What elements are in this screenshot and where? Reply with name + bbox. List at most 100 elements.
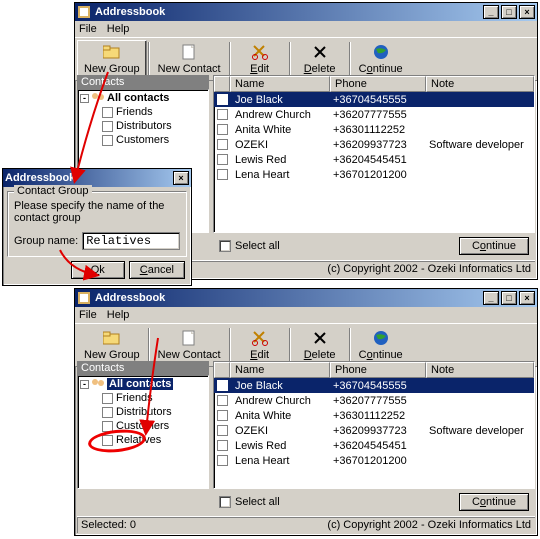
titlebar[interactable]: Addressbook _ □ × <box>75 3 537 21</box>
menu-help[interactable]: Help <box>107 23 130 35</box>
checkbox-icon[interactable] <box>102 121 113 132</box>
checkbox-icon[interactable] <box>102 107 113 118</box>
tree-item[interactable]: Friends <box>102 106 206 118</box>
menu-help[interactable]: Help <box>107 309 130 321</box>
tree-item[interactable]: Distributors <box>102 406 206 418</box>
cell-phone: +36301112252 <box>329 410 425 422</box>
tree-item[interactable]: Customers <box>102 420 206 432</box>
checkbox-icon[interactable] <box>219 240 231 252</box>
select-all-checkbox[interactable]: Select all <box>219 240 280 252</box>
list-row[interactable]: Lewis Red+36204545451 <box>214 438 534 453</box>
list-row[interactable]: OZEKI+36209937723Software developer <box>214 423 534 438</box>
tree-toggle-icon[interactable]: - <box>80 380 89 389</box>
maximize-button[interactable]: □ <box>501 5 517 19</box>
tree-item[interactable]: Friends <box>102 392 206 404</box>
cancel-button[interactable]: Cancel <box>129 261 185 279</box>
copyright-text: (c) Copyright 2002 - Ozeki Informatics L… <box>327 263 531 275</box>
cell-phone: +36701201200 <box>329 455 425 467</box>
new-group-button[interactable]: New Group <box>77 40 147 78</box>
cell-note: Software developer <box>425 425 528 437</box>
group-name-input[interactable]: Relatives <box>82 232 180 250</box>
close-button[interactable]: × <box>519 291 535 305</box>
menu-file[interactable]: File <box>79 309 97 321</box>
col-phone[interactable]: Phone <box>330 362 426 378</box>
contacts-list[interactable]: Name Phone Note Joe Black+36704545555 An… <box>213 361 535 489</box>
select-all-label: Select all <box>235 240 280 252</box>
cell-note: Software developer <box>425 139 528 151</box>
list-row[interactable]: Andrew Church+36207777555 <box>214 107 534 122</box>
close-button[interactable]: × <box>519 5 535 19</box>
continue-bottom-button[interactable]: Continue <box>459 237 529 255</box>
dialog-close-button[interactable]: × <box>173 171 189 185</box>
list-row[interactable]: Anita White+36301112252 <box>214 408 534 423</box>
edit-button[interactable]: Edit <box>232 326 288 364</box>
tree-item-relatives[interactable]: Relatives <box>102 434 206 446</box>
tree-root[interactable]: - All contacts <box>80 378 206 390</box>
row-checkbox[interactable] <box>217 109 228 120</box>
row-checkbox[interactable] <box>217 425 228 436</box>
toolbar-label: Edit <box>250 63 269 75</box>
new-group-button[interactable]: New Group <box>77 326 147 364</box>
list-row[interactable]: OZEKI+36209937723Software developer <box>214 137 534 152</box>
minimize-button[interactable]: _ <box>483 5 499 19</box>
row-checkbox[interactable] <box>217 94 228 105</box>
col-note[interactable]: Note <box>426 76 534 92</box>
continue-bottom-button[interactable]: Continue <box>459 493 529 511</box>
contacts-list[interactable]: Name Phone Note Joe Black+36704545555 An… <box>213 75 535 233</box>
row-checkbox[interactable] <box>217 410 228 421</box>
col-checkbox[interactable] <box>214 76 230 92</box>
row-checkbox[interactable] <box>217 139 228 150</box>
ok-button[interactable]: Ok <box>71 261 125 279</box>
list-row[interactable]: Lena Heart+36701201200 <box>214 167 534 182</box>
row-checkbox[interactable] <box>217 380 228 391</box>
list-row[interactable]: Lewis Red+36204545451 <box>214 152 534 167</box>
globe-icon <box>371 329 391 347</box>
row-checkbox[interactable] <box>217 440 228 451</box>
checkbox-icon[interactable] <box>102 407 113 418</box>
menu-bar: File Help <box>75 307 537 323</box>
col-phone[interactable]: Phone <box>330 76 426 92</box>
row-checkbox[interactable] <box>217 395 228 406</box>
row-checkbox[interactable] <box>217 154 228 165</box>
list-row[interactable]: Lena Heart+36701201200 <box>214 453 534 468</box>
continue-button[interactable]: Continue <box>352 40 410 78</box>
col-name[interactable]: Name <box>230 362 330 378</box>
edit-button[interactable]: Edit <box>232 40 288 78</box>
new-contact-button[interactable]: New Contact <box>151 40 228 78</box>
row-checkbox[interactable] <box>217 169 228 180</box>
tree-item-label: Friends <box>116 106 153 118</box>
list-row[interactable]: Anita White+36301112252 <box>214 122 534 137</box>
tree-toggle-icon[interactable]: - <box>80 94 89 103</box>
select-all-checkbox[interactable]: Select all <box>219 496 280 508</box>
delete-x-icon <box>310 329 330 347</box>
cell-phone: +36207777555 <box>329 109 425 121</box>
maximize-button[interactable]: □ <box>501 291 517 305</box>
titlebar[interactable]: Addressbook _ □ × <box>75 289 537 307</box>
col-checkbox[interactable] <box>214 362 230 378</box>
continue-button[interactable]: Continue <box>352 326 410 364</box>
col-name[interactable]: Name <box>230 76 330 92</box>
checkbox-icon[interactable] <box>102 435 113 446</box>
toolbar-label: New Contact <box>158 63 221 75</box>
list-row[interactable]: Joe Black+36704545555 <box>214 378 534 393</box>
minimize-button[interactable]: _ <box>483 291 499 305</box>
list-row[interactable]: Andrew Church+36207777555 <box>214 393 534 408</box>
menu-file[interactable]: File <box>79 23 97 35</box>
row-checkbox[interactable] <box>217 455 228 466</box>
tree-root[interactable]: - All contacts <box>80 92 206 104</box>
toolbar-label: Delete <box>304 63 336 75</box>
delete-button[interactable]: Delete <box>292 326 348 364</box>
col-note[interactable]: Note <box>426 362 534 378</box>
checkbox-icon[interactable] <box>102 393 113 404</box>
checkbox-icon[interactable] <box>102 135 113 146</box>
tree-item[interactable]: Distributors <box>102 120 206 132</box>
delete-button[interactable]: Delete <box>292 40 348 78</box>
list-row[interactable]: Joe Black+36704545555 <box>214 92 534 107</box>
checkbox-icon[interactable] <box>102 421 113 432</box>
tree-item-label: Relatives <box>116 434 161 446</box>
contacts-tree[interactable]: - All contacts Friends Distributors Cust… <box>77 375 209 489</box>
tree-item[interactable]: Customers <box>102 134 206 146</box>
checkbox-icon[interactable] <box>219 496 231 508</box>
row-checkbox[interactable] <box>217 124 228 135</box>
new-contact-button[interactable]: New Contact <box>151 326 228 364</box>
